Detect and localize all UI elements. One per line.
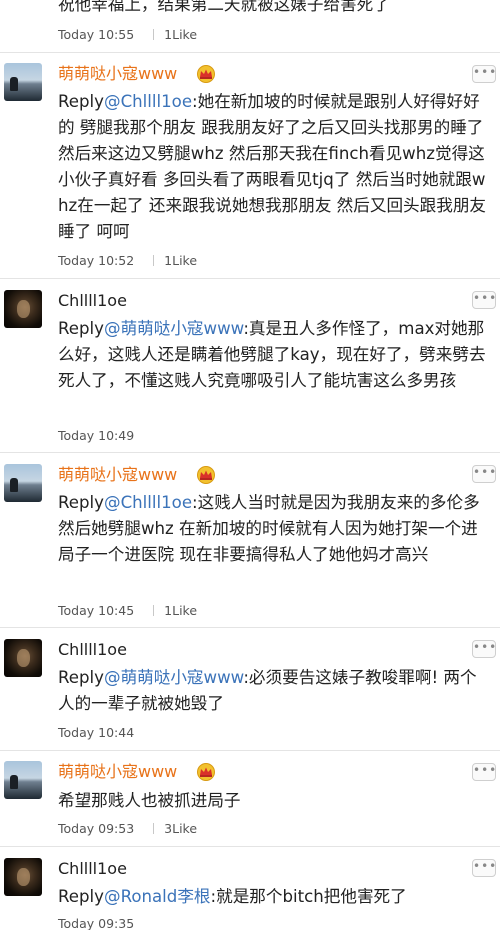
more-button[interactable]: ••• [472,291,496,309]
meta-divider [153,605,155,616]
reply-keyword: Reply [58,92,104,111]
username[interactable]: 萌萌哒小寇www [58,64,177,84]
comment-item: Chllll1oe ••• Reply@萌萌哒小寇www:真是丑人多作怪了，ma… [0,279,500,453]
comment-body: Reply@萌萌哒小寇www:必须要告这婊子教唆罪啊! 两个人的一辈子就被她毁了 [58,665,490,717]
reply-keyword: Reply [58,668,104,687]
meta-divider [153,29,155,40]
username[interactable]: Chllll1oe [58,859,127,879]
reply-keyword: Reply [58,319,104,338]
like-count[interactable]: 1Like [164,27,197,42]
comment-body: Reply@Chllll1oe:这贱人当时就是因为我朋友来的多伦多 然后她劈腿w… [58,490,490,568]
comment-body: Reply@Chllll1oe:她在新加坡的时候就是跟别人好得好好的 劈腿我那个… [58,89,490,245]
username[interactable]: 萌萌哒小寇www [58,465,177,485]
more-button[interactable]: ••• [472,859,496,877]
mention-link[interactable]: @Ronald李根 [104,887,211,906]
avatar[interactable] [4,858,42,896]
comment-meta: Today 10:52 1Like [58,253,197,269]
comment-item: 萌萌哒小寇www ••• 希望那贱人也被抓进局子 Today 09:53 3Lik… [0,751,500,847]
more-dots-icon: ••• [473,859,498,873]
reply-keyword: Reply [58,493,104,512]
comment-text: :她在新加坡的时候就是跟别人好得好好的 劈腿我那个朋友 跟我朋友好了之后又回头找… [58,92,487,241]
comment-meta: Today 10:44 [58,725,134,741]
crown-icon [197,466,215,484]
comment-time: Today 10:49 [58,428,135,443]
comment-meta: Today 09:53 3Like [58,821,197,837]
crown-icon [197,65,215,83]
more-button[interactable]: ••• [472,763,496,781]
avatar[interactable] [4,290,42,328]
like-count[interactable]: 3Like [164,821,197,836]
crown-icon [197,763,215,781]
more-dots-icon: ••• [473,763,498,777]
comment-meta: Today 10:45 1Like [58,603,197,619]
comment-item: 祝他幸福上，结果第二天就被这婊子给害死了 Today 10:55 1Like [0,0,500,53]
comment-time: Today 10:45 [58,603,135,618]
comment-item: Chllll1oe ••• Reply@萌萌哒小寇www:必须要告这婊子教唆罪啊… [0,628,500,751]
comment-time: Today 10:55 [58,27,135,42]
more-button[interactable]: ••• [472,65,496,83]
avatar[interactable] [4,63,42,101]
mention-link[interactable]: @Chllll1oe [104,493,192,512]
more-dots-icon: ••• [473,291,498,305]
comment-meta: Today 09:35 [58,916,134,930]
more-dots-icon: ••• [473,65,498,79]
username[interactable]: 萌萌哒小寇www [58,762,177,782]
comment-time: Today 10:44 [58,725,135,740]
comment-item: Chllll1oe ••• Reply@Ronald李根:就是那个bitch把他… [0,847,500,930]
comment-item: 萌萌哒小寇www ••• Reply@Chllll1oe:这贱人当时就是因为我朋… [0,453,500,628]
avatar[interactable] [4,464,42,502]
more-dots-icon: ••• [473,465,498,479]
more-button[interactable]: ••• [472,640,496,658]
comment-meta: Today 10:55 1Like [58,27,197,43]
reply-keyword: Reply [58,887,104,906]
comment-time: Today 09:53 [58,821,135,836]
mention-link[interactable]: @Chllll1oe [104,92,192,111]
username[interactable]: Chllll1oe [58,291,127,311]
comment-time: Today 09:35 [58,916,135,930]
comment-feed: 祝他幸福上，结果第二天就被这婊子给害死了 Today 10:55 1Like 萌萌… [0,0,500,930]
more-button[interactable]: ••• [472,465,496,483]
avatar[interactable] [4,639,42,677]
comment-body: Reply@Ronald李根:就是那个bitch把他害死了 [58,884,490,910]
more-dots-icon: ••• [473,640,498,654]
meta-divider [153,823,155,834]
comment-item: 萌萌哒小寇www ••• Reply@Chllll1oe:她在新加坡的时候就是跟… [0,53,500,279]
like-count[interactable]: 1Like [164,253,197,268]
avatar[interactable] [4,761,42,799]
comment-text: :就是那个bitch把他害死了 [210,887,407,906]
username[interactable]: Chllll1oe [58,640,127,660]
comment-body: Reply@萌萌哒小寇www:真是丑人多作怪了，max对她那么好，这贱人还是瞒着… [58,316,490,394]
comment-body: 祝他幸福上，结果第二天就被这婊子给害死了 [58,0,390,14]
comment-body: 希望那贱人也被抓进局子 [58,788,490,814]
comment-meta: Today 10:49 [58,428,134,444]
mention-link[interactable]: @萌萌哒小寇www [104,668,243,687]
like-count[interactable]: 1Like [164,603,197,618]
mention-link[interactable]: @萌萌哒小寇www [104,319,243,338]
comment-text: 希望那贱人也被抓进局子 [58,791,241,810]
comment-time: Today 10:52 [58,253,135,268]
meta-divider [153,255,155,266]
